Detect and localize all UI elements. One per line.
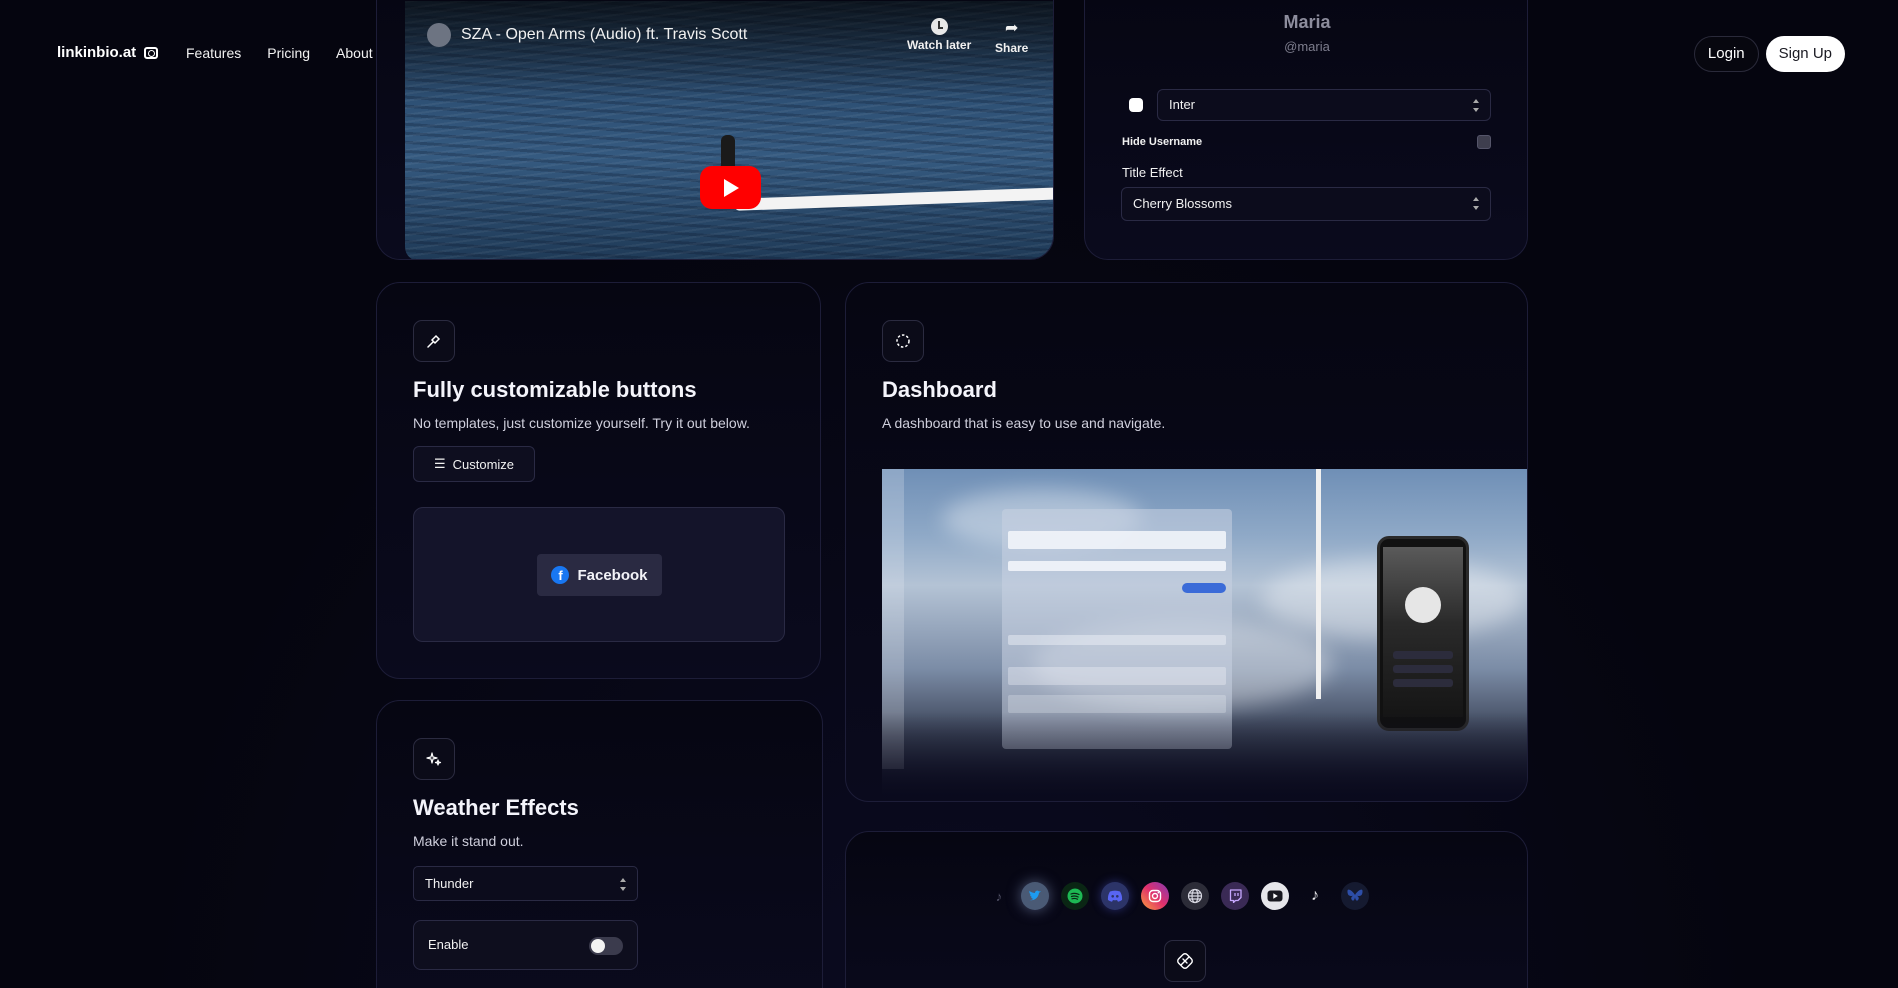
card-title: Weather Effects	[413, 795, 579, 820]
play-button[interactable]	[700, 166, 761, 209]
nav-link-about[interactable]: About	[336, 45, 373, 61]
discord-icon[interactable]	[1101, 882, 1129, 910]
facebook-label: Facebook	[577, 566, 648, 584]
auth-buttons: Login Sign Up	[1693, 36, 1845, 72]
magic-wand-icon[interactable]	[1164, 940, 1206, 982]
chevron-updown-icon	[1473, 197, 1479, 210]
enable-weather-row: Enable	[413, 920, 638, 970]
buttons-feature-card: Fully customizable buttons No templates,…	[376, 282, 821, 679]
hide-username-label: Hide Username	[1122, 136, 1203, 148]
enable-label: Enable	[428, 937, 469, 952]
youtube-icon[interactable]	[1261, 882, 1289, 910]
facebook-preview-button[interactable]: f Facebook	[537, 554, 662, 596]
brand-name: linkinbio.at	[57, 44, 137, 61]
socials-feature-card: ♪ ♪	[845, 831, 1528, 988]
tiktok-icon[interactable]: ♪	[989, 882, 1009, 910]
card-title: Dashboard	[882, 377, 997, 402]
title-effect-select-value: Cherry Blossoms	[1133, 196, 1232, 211]
sparkles-icon	[413, 738, 455, 780]
weather-feature-card: Weather Effects Make it stand out. Thund…	[376, 700, 823, 988]
customize-button[interactable]: ☰ Customize	[413, 446, 535, 482]
page: linkinbio.at Features Pricing About Logi…	[0, 0, 1898, 988]
instagram-icon[interactable]	[1141, 882, 1169, 910]
title-effect-select[interactable]: Cherry Blossoms	[1121, 187, 1491, 221]
dashboard-feature-card: Dashboard A dashboard that is easy to us…	[845, 282, 1528, 802]
social-icons-row: ♪ ♪	[989, 882, 1369, 910]
twitter-icon[interactable]	[1021, 882, 1049, 910]
button-preview-area: f Facebook	[413, 507, 785, 642]
card-description: No templates, just customize yourself. T…	[413, 415, 750, 431]
dashboard-divider	[1316, 469, 1321, 699]
title-effect-label: Title Effect	[1122, 165, 1183, 180]
login-button[interactable]: Login	[1693, 36, 1759, 72]
loader-icon	[882, 320, 924, 362]
sliders-icon: ☰	[433, 456, 446, 471]
card-description: Make it stand out.	[413, 833, 524, 849]
nav-link-pricing[interactable]: Pricing	[267, 45, 310, 61]
tiktok-icon[interactable]: ♪	[1301, 882, 1329, 910]
enable-toggle[interactable]	[589, 937, 623, 955]
nav-link-features[interactable]: Features	[186, 45, 241, 61]
weather-select-value: Thunder	[425, 876, 474, 891]
dashboard-screenshot	[882, 469, 1527, 801]
spotify-icon[interactable]	[1061, 882, 1089, 910]
top-nav: linkinbio.at Features Pricing About Logi…	[0, 0, 1898, 108]
facebook-icon: f	[551, 566, 570, 584]
signup-button[interactable]: Sign Up	[1765, 36, 1845, 72]
weather-select[interactable]: Thunder	[413, 866, 638, 901]
brush-icon	[413, 320, 455, 362]
hide-username-checkbox[interactable]	[1477, 135, 1491, 149]
customize-label: Customize	[452, 456, 515, 472]
nav-links: Features Pricing About	[186, 45, 373, 61]
camera-icon	[144, 46, 159, 59]
globe-icon[interactable]	[1181, 882, 1209, 910]
chevron-updown-icon	[620, 878, 626, 891]
bluesky-icon[interactable]	[1341, 882, 1369, 910]
brand-logo[interactable]: linkinbio.at	[57, 44, 159, 61]
card-title: Fully customizable buttons	[413, 377, 697, 402]
phone-preview	[1377, 536, 1469, 731]
video-thumbnail-stripe	[734, 187, 1053, 211]
twitch-icon[interactable]	[1221, 882, 1249, 910]
card-description: A dashboard that is easy to use and navi…	[882, 415, 1166, 431]
